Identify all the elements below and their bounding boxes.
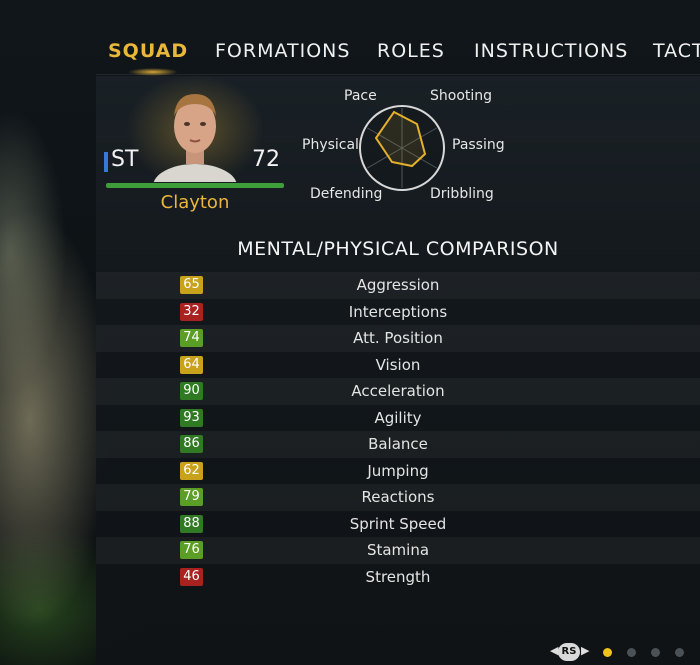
attribute-row: 76 Stamina — [96, 537, 700, 564]
attribute-label: Agility — [374, 408, 422, 427]
attribute-row: 65 Aggression — [96, 272, 700, 299]
attribute-label: Balance — [368, 435, 428, 453]
player-name[interactable]: Clayton — [106, 192, 284, 213]
attribute-label: Stamina — [366, 541, 430, 559]
attribute-label: Reactions — [361, 488, 435, 506]
page-dot[interactable] — [651, 648, 660, 657]
attribute-row: 74 Att. Position — [96, 325, 700, 352]
attribute-row: 62 Jumping — [96, 458, 700, 485]
attribute-label: Att. Position — [353, 329, 443, 347]
page-dot[interactable] — [627, 648, 636, 657]
attribute-row: 93 Agility — [96, 405, 700, 432]
comparison-title: MENTAL/PHYSICAL COMPARISON — [237, 238, 559, 260]
player-position: ST — [111, 147, 139, 172]
position-marker — [104, 152, 108, 172]
player-rating: 72 — [252, 147, 280, 172]
radar-label-passing: Passing — [452, 137, 505, 153]
player-form-bar — [106, 183, 284, 188]
player-photo — [150, 86, 240, 182]
attribute-row: 79 Reactions — [96, 484, 700, 511]
attribute-list: 65 Aggression 32 Interceptions 74 Att. Positi… — [96, 272, 700, 590]
page-dot[interactable] — [603, 648, 612, 657]
radar-label-physical: Physical — [302, 137, 359, 153]
attribute-row: 46 Strength — [96, 564, 700, 591]
attribute-label: Acceleration — [351, 382, 445, 400]
attribute-label: Sprint Speed — [349, 514, 447, 533]
attribute-row: 88 Sprint Speed — [96, 511, 700, 538]
attribute-radar-chart — [359, 105, 445, 191]
rs-button-icon[interactable]: RS — [558, 643, 580, 661]
tab-roles[interactable]: ROLES — [377, 40, 445, 62]
page-dot[interactable] — [675, 648, 684, 657]
tab-squad[interactable]: SQUAD — [108, 40, 188, 62]
page-indicator: ◀ RS ▶ — [548, 640, 700, 665]
attribute-label: Interceptions — [348, 302, 448, 321]
attribute-label: Jumping — [367, 461, 429, 480]
attribute-label: Vision — [375, 355, 421, 374]
page-right-icon[interactable]: ▶ — [581, 644, 589, 657]
tab-bar: SQUAD FORMATIONS ROLES INSTRUCTIONS TACT — [0, 40, 700, 76]
tab-formations[interactable]: FORMATIONS — [215, 40, 350, 62]
tab-instructions[interactable]: INSTRUCTIONS — [474, 40, 628, 62]
attribute-label: Aggression — [356, 276, 440, 294]
tab-tactics[interactable]: TACT — [653, 40, 700, 62]
attribute-row: 32 Interceptions — [96, 299, 700, 326]
attribute-label: Strength — [365, 567, 431, 586]
radar-label-pace: Pace — [344, 88, 377, 104]
radar-label-shooting: Shooting — [430, 88, 493, 104]
attribute-row: 64 Vision — [96, 352, 700, 379]
attribute-row: 90 Acceleration — [96, 378, 700, 405]
attribute-row: 86 Balance — [96, 431, 700, 458]
